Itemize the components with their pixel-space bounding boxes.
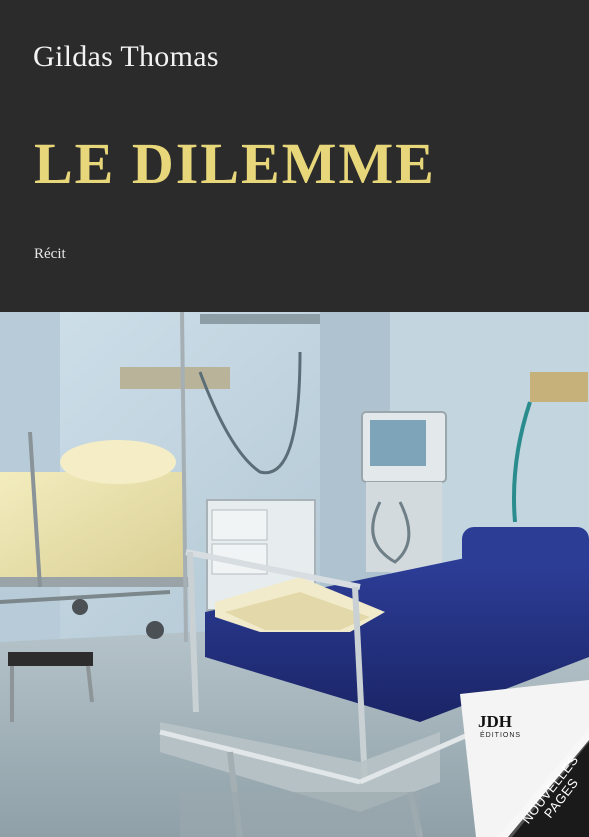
genre-label: Récit — [34, 246, 66, 262]
book-title: LE DILEMME — [34, 131, 436, 196]
publisher-badge: JDH ÉDITIONS NOUVELLES PAGES — [438, 680, 589, 837]
publisher-logo-subtext: ÉDITIONS — [480, 732, 522, 739]
cover-header-band: Gildas Thomas LE DILEMME Récit — [0, 0, 589, 312]
book-cover: Gildas Thomas LE DILEMME Récit JDH ÉDITI… — [0, 0, 589, 837]
author-name: Gildas Thomas — [33, 40, 219, 73]
publisher-logo: JDH — [478, 712, 512, 731]
